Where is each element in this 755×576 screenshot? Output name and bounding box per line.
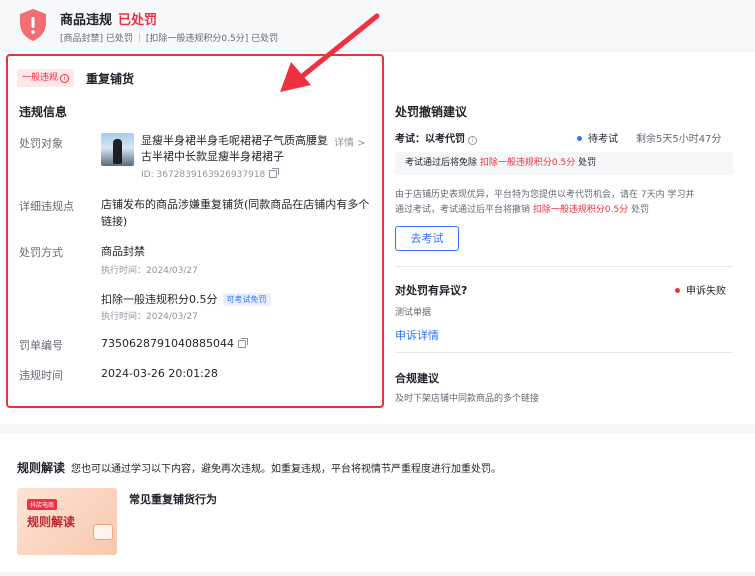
exam-notice: 考试通过后将免除 扣除一般违规积分0.5分 处罚 <box>395 152 733 175</box>
desc-highlight: 扣除一般违规积分0.5分 <box>532 205 629 215</box>
rules-description: 您也可以通过学习以下内容，避免再次违规。如重复违规，平台将视情节严重程度进行加重… <box>71 464 502 475</box>
divider <box>138 33 140 42</box>
exam-label: 考试：以考代罚 i <box>395 130 477 145</box>
exam-desc-line2: 通过考试，考试通过后平台将撤销 扣除一般违规积分0.5分 处罚 <box>395 202 649 215</box>
rules-item-title[interactable]: 常见重复铺货行为 <box>129 491 217 507</box>
appeal-detail-link[interactable]: 申诉详情 <box>395 327 439 343</box>
shield-icon <box>20 9 46 41</box>
exam-status: 待考试 <box>577 130 618 145</box>
thumbnail-title: 规则解读 <box>27 515 76 529</box>
status-dot <box>577 136 582 141</box>
violation-status: 已处罚 <box>118 13 158 28</box>
thumbnail-badge: 抖店电商 <box>27 499 58 510</box>
penalty-summary-item: [商品封禁] 已处罚 <box>60 34 133 44</box>
notice-text: 考试通过后将免除 <box>405 158 478 168</box>
section-title-revoke: 处罚撤销建议 <box>395 105 468 119</box>
penalty-summary-item: [扣除一般违规积分0.5分] 已处罚 <box>145 34 279 44</box>
notice-text: 处罚 <box>578 158 597 168</box>
appeal-title: 对处罚有异议? <box>395 284 468 297</box>
appeal-note: 测试单据 <box>395 308 432 318</box>
take-exam-button[interactable]: 去考试 <box>395 226 459 251</box>
divider <box>395 352 733 353</box>
appeal-status-text: 申诉失败 <box>686 286 726 297</box>
exam-label-text: 考试：以考代罚 <box>395 134 465 145</box>
info-icon[interactable]: i <box>468 136 477 145</box>
exam-remaining: 剩余5天5小时47分 <box>636 134 722 145</box>
appeal-status: 申诉失败 <box>675 282 726 297</box>
highlight-box <box>6 54 384 408</box>
divider <box>395 266 733 267</box>
status-dot <box>675 288 680 293</box>
compliance-title: 合规建议 <box>395 372 439 385</box>
compliance-text: 及时下架店铺中同款商品的多个链接 <box>395 394 540 404</box>
rules-title-text: 规则解读 <box>17 461 66 475</box>
desc-text: 通过考试，考试通过后平台将撤销 <box>395 205 531 215</box>
rules-thumbnail[interactable]: 抖店电商 规则解读 <box>17 488 117 555</box>
exam-status-text: 待考试 <box>588 134 618 145</box>
penalty-summary: [商品封禁] 已处罚 [扣除一般违规积分0.5分] 已处罚 <box>60 31 278 44</box>
violation-header: 商品违规 已处罚 [商品封禁] 已处罚 [扣除一般违规积分0.5分] 已处罚 <box>0 0 755 50</box>
violation-type: 商品违规 <box>60 13 113 28</box>
rules-title: 规则解读 您也可以通过学习以下内容，避免再次违规。如重复违规，平台将视情节严重程度… <box>17 459 501 476</box>
decoration-icon <box>93 524 113 540</box>
notice-highlight: 扣除一般违规积分0.5分 <box>479 158 576 168</box>
page-title: 商品违规 已处罚 <box>60 9 157 28</box>
desc-text: 处罚 <box>631 205 650 215</box>
exam-desc-line1: 由于店铺历史表现优异，平台特为您提供以考代罚机会，请在 7天内 学习并 <box>395 190 695 200</box>
